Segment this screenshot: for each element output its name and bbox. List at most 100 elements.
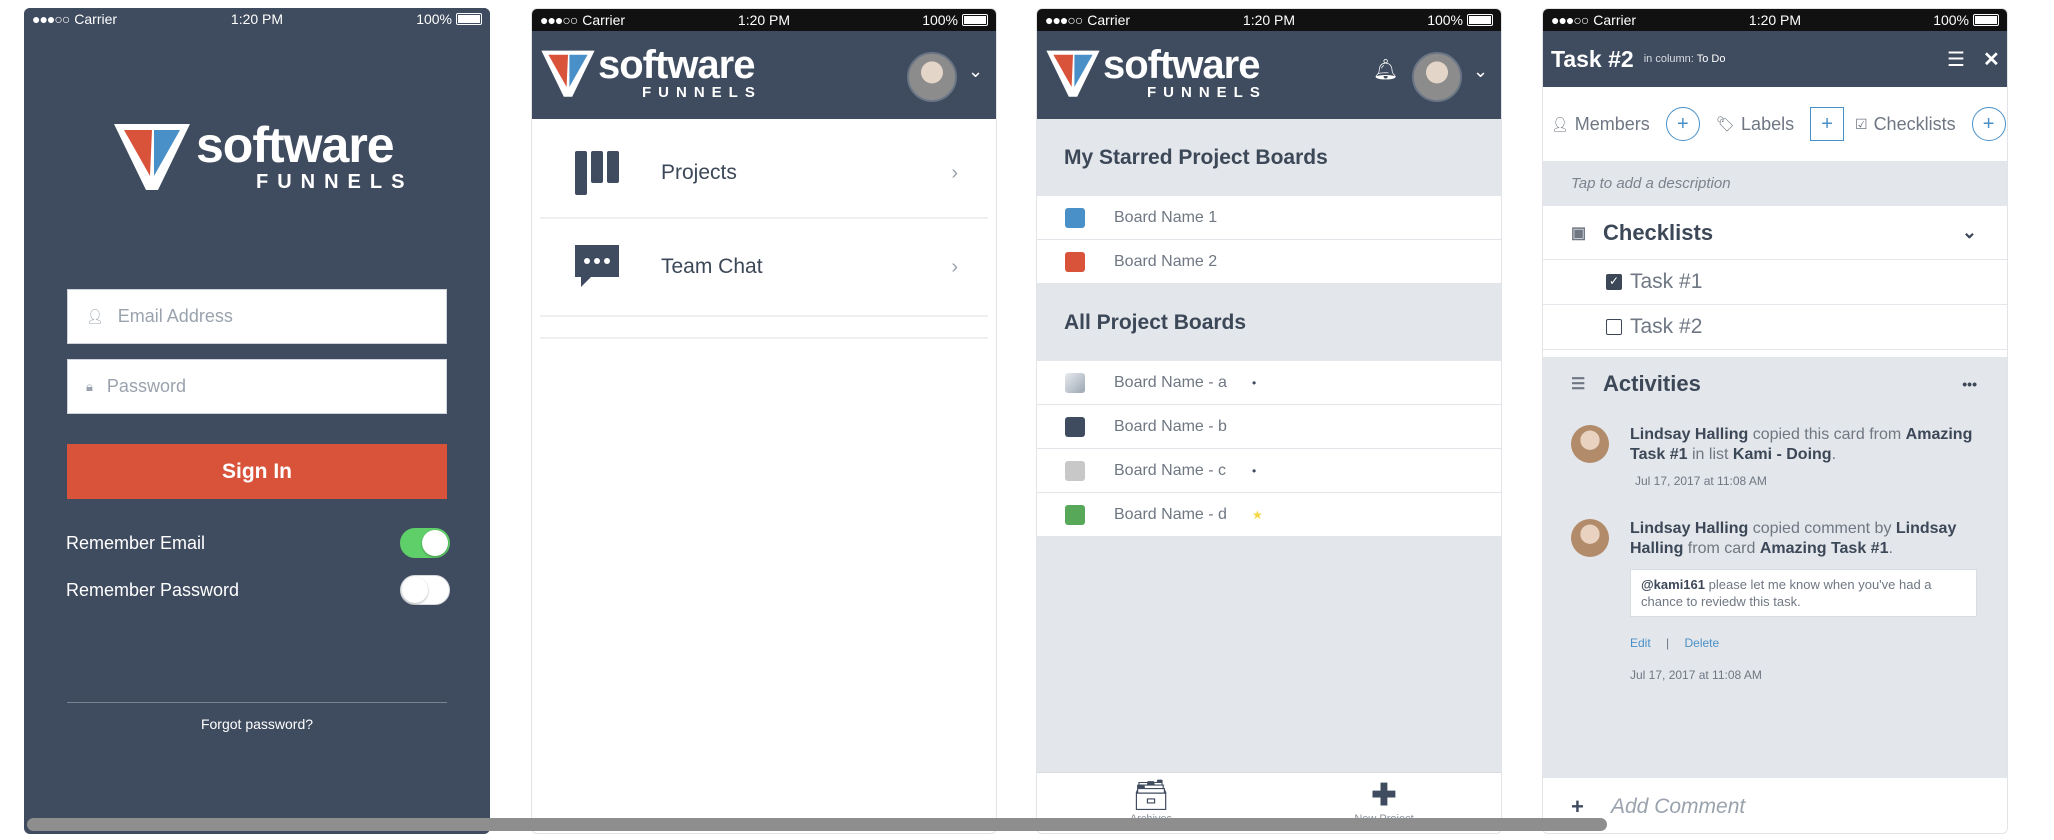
activity-mid: in list <box>1691 446 1729 463</box>
card-actions-row: 👤︎ Members + 🏷︎ Labels + ☑ Checklists + <box>1543 87 2007 161</box>
more-options-icon[interactable]: ••• <box>1962 376 1977 392</box>
labels-button[interactable]: 🏷︎ Labels + <box>1716 107 1845 141</box>
boards-screen: ●●●○○ Carrier 1:20 PM 100% software FUNN… <box>1036 8 1502 834</box>
battery-icon <box>962 14 988 26</box>
add-member-icon[interactable]: + <box>1665 107 1700 141</box>
email-field[interactable]: 👤︎ Email Address <box>67 289 447 344</box>
password-placeholder: Password <box>106 376 186 396</box>
checked-checkbox-icon[interactable]: ✓ <box>1606 274 1622 290</box>
menu-item-projects[interactable]: Projects › <box>540 129 988 219</box>
horizontal-scrollbar[interactable] <box>27 818 1607 831</box>
add-checklist-icon[interactable]: + <box>1971 107 2006 141</box>
checklist-item-label: Task #1 <box>1630 270 1703 293</box>
board-row[interactable]: Board Name - a • <box>1037 361 1501 405</box>
checklist-item-label: Task #2 <box>1630 315 1703 338</box>
activities-header: ☰ Activities ••• <box>1543 357 2007 411</box>
bell-icon[interactable]: 🔔︎ <box>1373 57 1398 82</box>
chevron-down-icon[interactable]: ⌄ <box>1962 222 1977 243</box>
activity-mid: from card <box>1687 540 1756 557</box>
unchecked-checkbox-icon[interactable] <box>1606 319 1622 335</box>
avatar <box>1571 519 1609 557</box>
remember-password-label: Remember Password <box>66 579 240 600</box>
menu-screen: ●●●○○ Carrier 1:20 PM 100% software FUNN… <box>531 8 997 834</box>
activity-text: Lindsay Halling copied comment by Lindsa… <box>1630 519 1979 559</box>
activity-card[interactable]: Amazing Task #1 <box>1760 540 1889 557</box>
chevron-down-icon[interactable]: ⌄ <box>1473 61 1488 82</box>
add-comment-field[interactable]: + Add Comment <box>1543 778 2007 833</box>
remember-password-toggle[interactable] <box>400 575 450 605</box>
board-name: Board Name - c <box>1114 461 1227 479</box>
column-name: To Do <box>1696 53 1726 65</box>
user-avatar[interactable] <box>1412 52 1462 102</box>
task-detail-screen: ●●●○○ Carrier 1:20 PM 100% Task #2 in co… <box>1542 8 2008 834</box>
starred-boards-heading: My Starred Project Boards <box>1037 119 1501 196</box>
plus-icon: ✚ <box>1371 779 1397 812</box>
all-boards-heading: All Project Boards <box>1037 284 1501 361</box>
add-label-icon[interactable]: + <box>1810 107 1845 141</box>
checklists-button[interactable]: ☑ Checklists + <box>1855 107 2006 141</box>
list-icon: ☰ <box>1571 376 1586 393</box>
members-button[interactable]: 👤︎ Members + <box>1551 107 1700 141</box>
board-row[interactable]: Board Name - c • <box>1037 449 1501 493</box>
battery-percent: 100% <box>1933 12 1969 28</box>
activity-user[interactable]: Lindsay Halling <box>1630 426 1748 443</box>
tag-icon: 🏷︎ <box>1716 116 1736 133</box>
checklist-item[interactable]: Task #2 <box>1543 305 2007 350</box>
activity-list[interactable]: Kami - Doing <box>1733 446 1832 463</box>
checklists-header[interactable]: ▣ Checklists ⌄ <box>1543 206 2007 260</box>
board-indicator-dot: • <box>1252 375 1257 390</box>
board-row[interactable]: Board Name - b <box>1037 405 1501 449</box>
password-field[interactable]: 🔒︎ Password <box>67 359 447 414</box>
kanban-icon <box>575 151 619 195</box>
chevron-down-icon[interactable]: ⌄ <box>968 61 983 82</box>
column-info: in column: To Do <box>1644 53 1726 65</box>
battery-percent: 100% <box>922 12 958 28</box>
board-row[interactable]: Board Name 2 <box>1037 240 1501 284</box>
column-prefix: in column: <box>1643 53 1694 65</box>
close-icon[interactable]: ✕ <box>1983 47 2000 72</box>
board-row[interactable]: Board Name 1 <box>1037 196 1501 240</box>
brand-logo[interactable]: software FUNNELS <box>1045 45 1267 100</box>
board-color-swatch <box>1065 460 1085 481</box>
plus-icon: + <box>1571 793 1584 819</box>
remember-password-row: Remember Password <box>66 575 450 605</box>
battery-icon <box>1973 14 1999 26</box>
brand-logo: software FUNNELS <box>112 120 413 192</box>
funnel-logo-icon <box>1046 50 1100 97</box>
activity-verb: copied this card from <box>1752 426 1902 443</box>
user-avatar[interactable] <box>907 52 957 102</box>
chevron-right-icon: › <box>951 255 958 278</box>
checklist-item[interactable]: ✓ Task #1 <box>1543 260 2007 305</box>
menu-icon[interactable]: ☰ <box>1947 47 1965 72</box>
add-comment-placeholder: Add Comment <box>1611 794 1746 818</box>
sign-in-button[interactable]: Sign In <box>67 444 447 499</box>
remember-email-toggle[interactable] <box>400 528 450 558</box>
brand-word1: software <box>1103 43 1260 87</box>
status-bar: ●●●○○ Carrier 1:20 PM 100% <box>1543 9 2007 31</box>
status-bar: ●●●○○ Carrier 1:20 PM 100% <box>24 8 490 30</box>
description-field[interactable]: Tap to add a description <box>1543 161 2007 206</box>
board-image-thumb <box>1065 372 1085 393</box>
divider <box>67 702 447 703</box>
login-screen: ●●●○○ Carrier 1:20 PM 100% software FUNN… <box>24 8 490 834</box>
board-row[interactable]: Board Name - d ★ <box>1037 493 1501 537</box>
person-icon: 👤︎ <box>1551 115 1569 132</box>
menu-item-label: Projects <box>661 161 737 184</box>
brand-logo[interactable]: software FUNNELS <box>540 45 762 100</box>
board-name: Board Name 1 <box>1114 208 1218 226</box>
board-name: Board Name - b <box>1114 417 1227 435</box>
delete-link[interactable]: Delete <box>1685 636 1720 650</box>
activity-verb: copied comment by <box>1752 520 1892 537</box>
avatar <box>1571 425 1609 463</box>
activity-date: Jul 17, 2017 at 11:08 AM <box>1635 474 1767 488</box>
activities-title: Activities <box>1603 371 1701 396</box>
brand-word1: software <box>598 43 755 87</box>
funnel-logo-icon <box>114 124 190 190</box>
menu-item-team-chat[interactable]: Team Chat › <box>540 219 988 317</box>
divider <box>540 337 988 339</box>
brand-word1: software <box>196 117 395 173</box>
mention[interactable]: @kami161 <box>1641 577 1705 592</box>
activity-user[interactable]: Lindsay Halling <box>1630 520 1748 537</box>
edit-link[interactable]: Edit <box>1630 636 1651 650</box>
forgot-password-link[interactable]: Forgot password? <box>24 716 490 732</box>
